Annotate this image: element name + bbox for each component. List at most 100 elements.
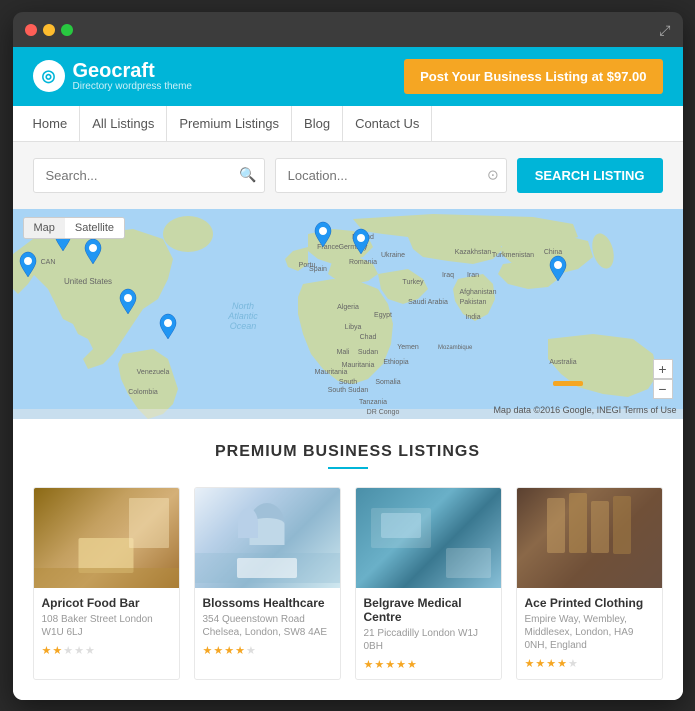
svg-text:Afghanistan: Afghanistan (459, 289, 496, 296)
star-3: ★ (63, 644, 73, 657)
svg-text:South: South (338, 379, 356, 386)
svg-text:Portu.: Portu. (298, 262, 317, 269)
website: ◎ Geocraft Directory wordpress theme Pos… (13, 47, 683, 700)
listing-info: Blossoms Healthcare 354 Queenstown Road … (195, 588, 340, 665)
svg-text:Iraq: Iraq (441, 272, 453, 279)
star-4: ★ (396, 658, 406, 671)
nav-all-listings[interactable]: All Listings (80, 106, 167, 141)
listing-address: 21 Piccadilly London W1J 0BH (364, 627, 493, 653)
listing-name: Apricot Food Bar (42, 596, 171, 610)
search-input[interactable] (33, 158, 265, 193)
svg-text:Ukraine: Ukraine (380, 252, 404, 259)
svg-text:Sudan: Sudan (357, 349, 377, 356)
svg-text:India: India (465, 314, 480, 321)
svg-text:Turkey: Turkey (402, 279, 424, 286)
logo-icon: ◎ (33, 60, 65, 92)
svg-text:Iran: Iran (466, 272, 478, 279)
star-1: ★ (42, 644, 52, 657)
svg-text:Pakistan: Pakistan (459, 299, 486, 306)
svg-text:Ocean: Ocean (229, 321, 256, 331)
nav: Home All Listings Premium Listings Blog … (13, 106, 683, 142)
nav-contact[interactable]: Contact Us (343, 106, 432, 141)
star-1: ★ (203, 644, 213, 657)
browser-window: ⤢ ◎ Geocraft Directory wordpress theme P… (13, 12, 683, 700)
listing-name: Belgrave Medical Centre (364, 596, 493, 624)
zoom-in-button[interactable]: + (653, 359, 673, 379)
cta-button[interactable]: Post Your Business Listing at $97.00 (404, 59, 662, 94)
nav-premium-listings[interactable]: Premium Listings (167, 106, 292, 141)
search-bar: 🔍 ⊙ SEARCH LISTING (13, 142, 683, 209)
logo-text: Geocraft Directory wordpress theme (73, 61, 192, 92)
svg-text:Yemen: Yemen (397, 344, 419, 351)
world-map: North Atlantic Ocean United States CAN V… (13, 209, 683, 419)
listings-grid: Apricot Food Bar 108 Baker Street London… (33, 487, 663, 680)
star-1: ★ (525, 657, 535, 670)
listing-name: Ace Printed Clothing (525, 596, 654, 610)
location-icon[interactable]: ⊙ (487, 167, 499, 184)
location-input[interactable] (275, 158, 507, 193)
map-controls: + − (653, 359, 673, 399)
star-3: ★ (224, 644, 234, 657)
dot-red[interactable] (25, 24, 37, 36)
svg-text:Ethiopia: Ethiopia (383, 359, 408, 366)
svg-text:Tanzania: Tanzania (358, 399, 386, 406)
premium-listings-section: PREMIUM BUSINESS LISTINGS Apricot Food B… (13, 419, 683, 700)
svg-text:Mali: Mali (336, 349, 349, 356)
location-input-wrap: ⊙ (275, 158, 507, 193)
listing-address: 108 Baker Street London W1U 6LJ (42, 613, 171, 639)
map-tabs: Map Satellite (23, 217, 126, 239)
star-5: ★ (246, 644, 256, 657)
star-2: ★ (535, 657, 545, 670)
svg-text:Libya: Libya (344, 324, 361, 331)
svg-text:Atlantic: Atlantic (227, 311, 258, 321)
listing-info: Belgrave Medical Centre 21 Piccadilly Lo… (356, 588, 501, 679)
logo: ◎ Geocraft Directory wordpress theme (33, 60, 192, 92)
star-5: ★ (568, 657, 578, 670)
map-tab-satellite[interactable]: Satellite (65, 218, 124, 238)
browser-chrome: ⤢ (13, 12, 683, 47)
star-rating: ★ ★ ★ ★ ★ (525, 657, 654, 670)
svg-text:Kazakhstan: Kazakhstan (454, 249, 491, 256)
search-icon[interactable]: 🔍 (239, 167, 256, 184)
listing-address: Empire Way, Wembley, Middlesex, London, … (525, 613, 654, 652)
svg-text:Mozambique: Mozambique (438, 345, 473, 351)
zoom-out-button[interactable]: − (653, 379, 673, 399)
svg-text:Romania: Romania (348, 259, 376, 266)
listing-address: 354 Queenstown Road Chelsea, London, SW8… (203, 613, 332, 639)
star-5: ★ (407, 658, 417, 671)
listing-card[interactable]: Blossoms Healthcare 354 Queenstown Road … (194, 487, 341, 680)
svg-text:Chad: Chad (359, 334, 376, 341)
listing-card[interactable]: Apricot Food Bar 108 Baker Street London… (33, 487, 180, 680)
site-title: Geocraft (73, 61, 192, 81)
star-3: ★ (385, 658, 395, 671)
svg-text:Mauritania: Mauritania (314, 369, 347, 376)
svg-text:China: China (543, 249, 561, 256)
nav-home[interactable]: Home (33, 106, 81, 141)
expand-icon[interactable]: ⤢ (659, 22, 670, 39)
listing-info: Ace Printed Clothing Empire Way, Wembley… (517, 588, 662, 678)
svg-text:Turkmenistan: Turkmenistan (491, 252, 533, 259)
svg-text:Algeria: Algeria (337, 304, 359, 311)
listing-card[interactable]: Belgrave Medical Centre 21 Piccadilly Lo… (355, 487, 502, 680)
svg-text:Colombia: Colombia (128, 389, 158, 396)
nav-blog[interactable]: Blog (292, 106, 343, 141)
star-3: ★ (546, 657, 556, 670)
dot-yellow[interactable] (43, 24, 55, 36)
svg-text:United States: United States (63, 277, 111, 286)
section-title: PREMIUM BUSINESS LISTINGS (33, 443, 663, 461)
map-tab-map[interactable]: Map (24, 218, 65, 238)
svg-text:Saudi Arabia: Saudi Arabia (408, 299, 448, 306)
star-4: ★ (235, 644, 245, 657)
section-divider (328, 467, 368, 469)
listing-info: Apricot Food Bar 108 Baker Street London… (34, 588, 179, 665)
svg-text:DR Congo: DR Congo (366, 409, 399, 416)
star-2: ★ (213, 644, 223, 657)
map-container: North Atlantic Ocean United States CAN V… (13, 209, 683, 419)
svg-text:Somalia: Somalia (375, 379, 400, 386)
listing-name: Blossoms Healthcare (203, 596, 332, 610)
listing-card[interactable]: Ace Printed Clothing Empire Way, Wembley… (516, 487, 663, 680)
dot-green[interactable] (61, 24, 73, 36)
site-subtitle: Directory wordpress theme (73, 81, 192, 92)
star-2: ★ (374, 658, 384, 671)
search-button[interactable]: SEARCH LISTING (517, 158, 663, 193)
